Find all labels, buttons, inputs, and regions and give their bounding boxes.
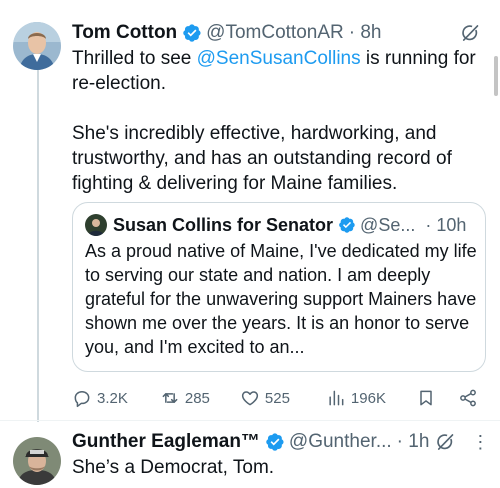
views-icon — [329, 390, 344, 406]
like-count: 525 — [264, 389, 290, 407]
views-count: 196K — [350, 389, 386, 407]
verified-badge-icon — [266, 433, 284, 451]
quoted-avatar — [85, 214, 107, 236]
avatar[interactable] — [13, 22, 61, 70]
quoted-tweet-header: Susan Collins for Senator @Se... · 10h — [85, 213, 473, 237]
tweet-text-paragraph: She's incredibly effective, hardworking,… — [72, 123, 452, 194]
author-name[interactable]: Tom Cotton — [72, 22, 177, 44]
repost-count: 285 — [184, 389, 210, 407]
repost-button[interactable]: 285 — [160, 388, 210, 408]
author-handle[interactable]: @TomCottonAR — [206, 22, 344, 44]
quoted-timestamp: · 10h — [425, 214, 467, 235]
tweet-header: Tom Cotton @TomCottonAR · 8h — [72, 20, 480, 46]
tweet[interactable]: Tom Cotton @TomCottonAR · 8h Thrilled to… — [0, 0, 500, 420]
share-button[interactable] — [458, 388, 478, 408]
reply-button[interactable]: 3.2K — [72, 388, 128, 408]
verified-badge-icon — [183, 24, 201, 42]
more-icon[interactable]: ⋮ — [471, 432, 490, 453]
share-icon — [460, 389, 476, 407]
avatar[interactable] — [13, 437, 61, 485]
verified-badge-icon — [339, 217, 355, 233]
author-name[interactable]: Gunther Eagleman™ — [72, 431, 260, 453]
heart-icon — [241, 391, 258, 406]
views-button[interactable]: 196K — [326, 388, 386, 408]
tweet-header: Gunther Eagleman™ @Gunther... · 1h ⋮ — [72, 429, 489, 455]
repost-icon — [162, 393, 178, 403]
timestamp[interactable]: · 8h — [349, 22, 382, 44]
tweet[interactable]: Gunther Eagleman™ @Gunther... · 1h ⋮ She… — [0, 420, 500, 488]
mention-link[interactable]: @SenSusanCollins — [197, 48, 361, 69]
quoted-tweet-text: As a proud native of Maine, I've dedicat… — [85, 241, 477, 357]
tweet-text-intro: Thrilled to see — [72, 48, 197, 69]
quoted-tweet[interactable]: Susan Collins for Senator @Se... · 10h A… — [72, 202, 486, 372]
reply-icon — [74, 391, 90, 408]
tweet-actions: 3.2K 285 525 196K — [72, 385, 482, 411]
grok-icon[interactable] — [435, 432, 455, 452]
bookmark-button[interactable] — [416, 388, 436, 408]
bookmark-icon — [420, 390, 432, 406]
tweet-text: She’s a Democrat, Tom. — [72, 457, 275, 478]
author-handle[interactable]: @Gunther... — [289, 431, 392, 453]
grok-icon[interactable] — [460, 23, 480, 43]
quoted-author-name[interactable]: Susan Collins for Senator — [113, 215, 333, 236]
quoted-author-handle: @Se... — [360, 214, 416, 235]
like-button[interactable]: 525 — [240, 388, 290, 408]
reply-count: 3.2K — [97, 389, 128, 407]
timestamp[interactable]: · 1h — [397, 431, 430, 453]
tweet-text: Thrilled to see @SenSusanCollins is runn… — [72, 46, 490, 96]
